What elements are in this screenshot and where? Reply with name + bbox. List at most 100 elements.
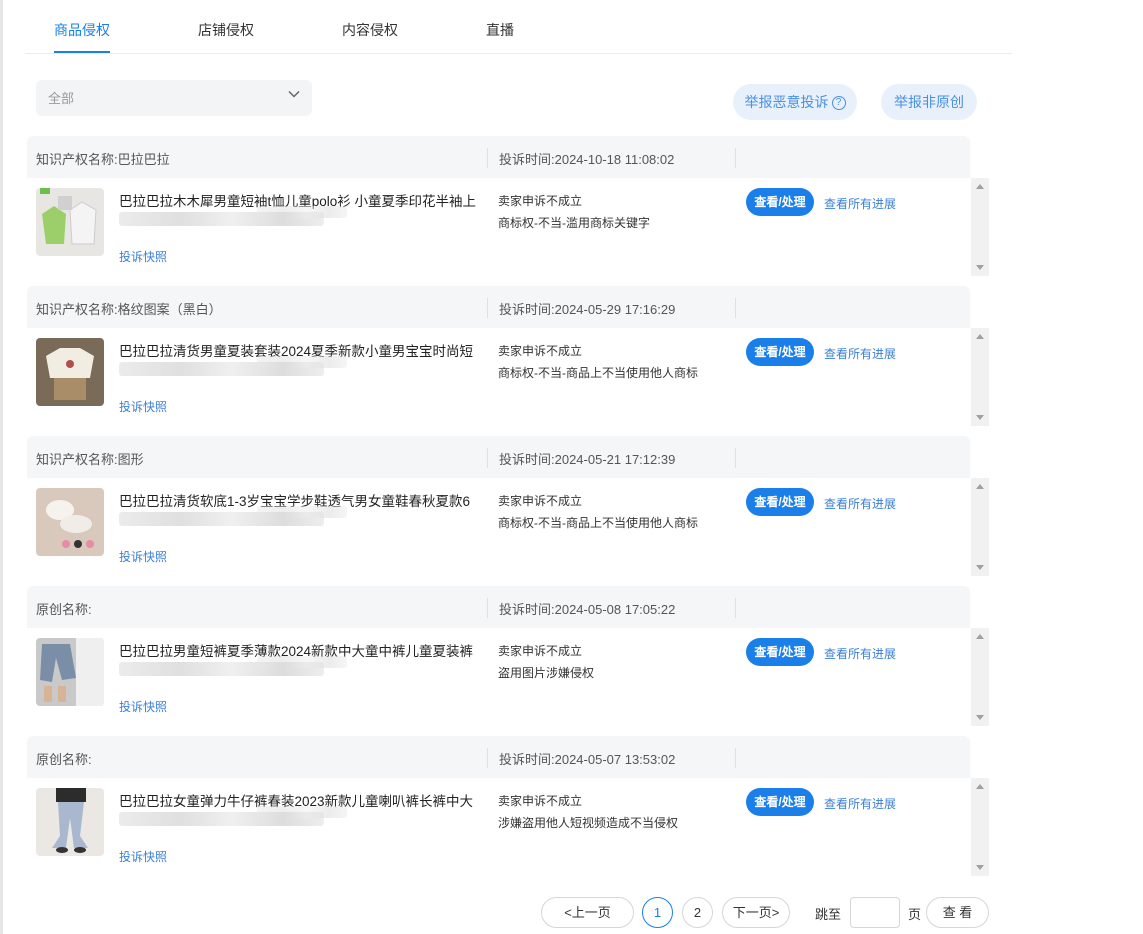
complaint-card-header: 知识产权名称:图形 投诉时间:2024-05-21 17:12:39: [27, 436, 970, 478]
product-thumbnail[interactable]: [36, 788, 104, 856]
header-divider: [735, 448, 736, 468]
card-scrollbar[interactable]: [971, 778, 989, 876]
complaint-time: 投诉时间:2024-05-21 17:12:39: [499, 452, 676, 467]
complaint-status: 卖家申诉不成立: [498, 194, 583, 208]
scroll-up-arrow-icon[interactable]: [976, 334, 984, 339]
original-name: 原创名称:: [36, 602, 92, 617]
original-name: 原创名称:: [36, 752, 92, 767]
header-divider: [735, 748, 736, 768]
header-divider: [487, 748, 488, 768]
complaint-snapshot-link[interactable]: 投诉快照: [119, 248, 167, 265]
active-tab-indicator: [54, 51, 110, 53]
report-malicious-label: 举报恶意投诉: [744, 94, 829, 110]
complaint-status: 卖家申诉不成立: [498, 344, 583, 358]
page-left-border: [0, 0, 3, 934]
view-handle-button[interactable]: 查看/处理: [746, 188, 814, 216]
redacted-text: [257, 806, 347, 818]
page-number-2[interactable]: 2: [682, 897, 713, 928]
complaint-card-header: 原创名称: 投诉时间:2024-05-07 13:53:02: [27, 736, 970, 778]
complaint-time: 投诉时间:2024-05-07 13:53:02: [499, 752, 676, 767]
header-divider: [735, 598, 736, 618]
complaint-card: 原创名称: 投诉时间:2024-05-08 17:05:22 巴拉巴拉男童短裤夏…: [27, 586, 989, 726]
page-number-1[interactable]: 1: [642, 897, 673, 928]
chevron-down-icon: [288, 90, 300, 98]
complaint-reason: 商标权-不当-滥用商标关键字: [498, 216, 650, 230]
view-handle-button[interactable]: 查看/处理: [746, 338, 814, 366]
filter-selected-value: 全部: [48, 91, 75, 106]
tab-product-infringement[interactable]: 商品侵权: [54, 20, 110, 40]
complaint-card-header: 原创名称: 投诉时间:2024-05-08 17:05:22: [27, 586, 970, 628]
card-scrollbar[interactable]: [971, 478, 989, 576]
header-divider: [735, 148, 736, 168]
scroll-down-arrow-icon[interactable]: [976, 565, 984, 570]
product-thumbnail[interactable]: [36, 188, 104, 256]
status-filter-select[interactable]: 全部: [36, 80, 312, 116]
ip-name: 知识产权名称:巴拉巴拉: [36, 152, 170, 167]
ip-name: 知识产权名称:图形: [36, 452, 144, 467]
scroll-down-arrow-icon[interactable]: [976, 865, 984, 870]
complaint-snapshot-link[interactable]: 投诉快照: [119, 848, 167, 865]
complaint-status: 卖家申诉不成立: [498, 794, 583, 808]
view-handle-button[interactable]: 查看/处理: [746, 488, 814, 516]
scroll-up-arrow-icon[interactable]: [976, 184, 984, 189]
view-all-progress-link[interactable]: 查看所有进展: [824, 195, 896, 212]
view-all-progress-link[interactable]: 查看所有进展: [824, 345, 896, 362]
next-page-button[interactable]: 下一页>: [722, 897, 790, 928]
complaint-card: 知识产权名称:图形 投诉时间:2024-05-21 17:12:39 巴拉巴拉清…: [27, 436, 989, 576]
complaint-reason: 商标权-不当-商品上不当使用他人商标: [498, 366, 698, 380]
view-all-progress-link[interactable]: 查看所有进展: [824, 795, 896, 812]
tab-bar: 商品侵权 店铺侵权 内容侵权 直播: [25, 0, 1012, 54]
page-unit-label: 页: [908, 907, 922, 922]
card-scrollbar[interactable]: [971, 628, 989, 726]
complaint-time: 投诉时间:2024-05-08 17:05:22: [499, 602, 676, 617]
tab-live[interactable]: 直播: [486, 20, 514, 40]
scroll-up-arrow-icon[interactable]: [976, 784, 984, 789]
scroll-down-arrow-icon[interactable]: [976, 715, 984, 720]
header-divider: [487, 448, 488, 468]
complaint-reason: 盗用图片涉嫌侵权: [498, 666, 595, 680]
product-thumbnail[interactable]: [36, 638, 104, 706]
view-handle-button[interactable]: 查看/处理: [746, 638, 814, 666]
complaint-status: 卖家申诉不成立: [498, 494, 583, 508]
card-scrollbar[interactable]: [971, 178, 989, 276]
product-thumbnail[interactable]: [36, 338, 104, 406]
report-malicious-complaint-button[interactable]: 举报恶意投诉?: [733, 84, 857, 120]
complaint-reason: 涉嫌盗用他人短视频造成不当侵权: [498, 816, 679, 830]
view-all-progress-link[interactable]: 查看所有进展: [824, 495, 896, 512]
view-handle-button[interactable]: 查看/处理: [746, 788, 814, 816]
tab-store-infringement[interactable]: 店铺侵权: [198, 20, 254, 40]
complaint-status: 卖家申诉不成立: [498, 644, 583, 658]
redacted-text: [257, 506, 347, 518]
header-divider: [487, 148, 488, 168]
scroll-up-arrow-icon[interactable]: [976, 634, 984, 639]
complaint-time: 投诉时间:2024-10-18 11:08:02: [499, 152, 675, 167]
go-page-button[interactable]: 查 看: [926, 897, 989, 928]
jump-page-input[interactable]: [850, 897, 900, 928]
report-non-original-button[interactable]: 举报非原创: [881, 84, 977, 120]
scroll-down-arrow-icon[interactable]: [976, 265, 984, 270]
header-divider: [487, 298, 488, 318]
tab-content-infringement[interactable]: 内容侵权: [342, 20, 398, 40]
view-all-progress-link[interactable]: 查看所有进展: [824, 645, 896, 662]
prev-page-button[interactable]: <上一页: [541, 897, 634, 928]
complaint-time: 投诉时间:2024-05-29 17:16:29: [499, 302, 676, 317]
redacted-text: [257, 356, 347, 368]
scroll-up-arrow-icon[interactable]: [976, 484, 984, 489]
help-circle-icon[interactable]: ?: [831, 96, 846, 111]
jump-to-label: 跳至: [815, 907, 842, 922]
complaint-snapshot-link[interactable]: 投诉快照: [119, 548, 167, 565]
complaint-card-header: 知识产权名称:巴拉巴拉 投诉时间:2024-10-18 11:08:02: [27, 136, 970, 178]
complaint-snapshot-link[interactable]: 投诉快照: [119, 698, 167, 715]
scroll-down-arrow-icon[interactable]: [976, 415, 984, 420]
complaint-card: 知识产权名称:巴拉巴拉 投诉时间:2024-10-18 11:08:02 巴拉巴…: [27, 136, 989, 276]
product-thumbnail[interactable]: [36, 488, 104, 556]
complaint-snapshot-link[interactable]: 投诉快照: [119, 398, 167, 415]
ip-name: 知识产权名称:格纹图案（黑白）: [36, 302, 222, 317]
card-scrollbar[interactable]: [971, 328, 989, 426]
header-divider: [487, 598, 488, 618]
complaint-card: 原创名称: 投诉时间:2024-05-07 13:53:02 巴拉巴拉女童弹力牛…: [27, 736, 989, 876]
header-divider: [735, 298, 736, 318]
redacted-text: [257, 656, 347, 668]
complaint-card-header: 知识产权名称:格纹图案（黑白） 投诉时间:2024-05-29 17:16:29: [27, 286, 970, 328]
redacted-text: [257, 206, 347, 218]
